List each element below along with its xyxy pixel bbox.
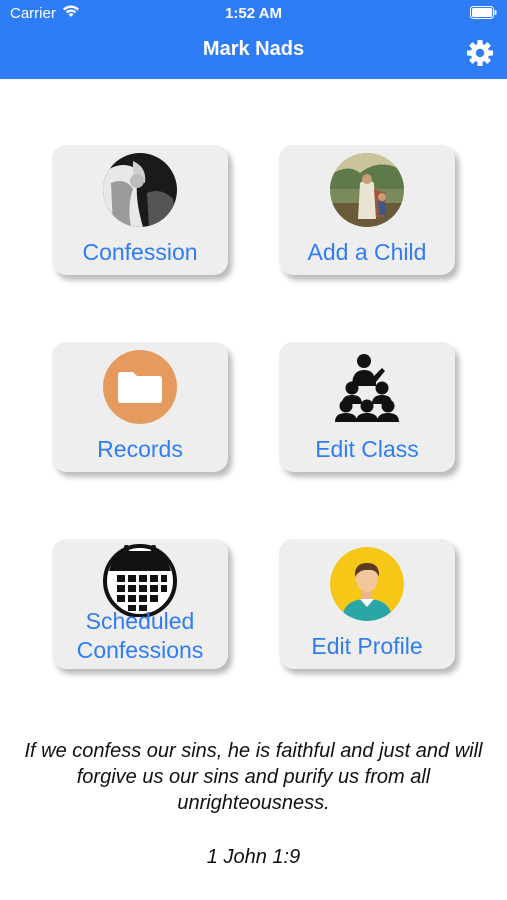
add-child-tile[interactable]: Add a Child <box>279 145 455 275</box>
scripture-reference: 1 John 1:9 <box>206 846 301 868</box>
calendar-icon <box>103 544 177 617</box>
status-bar: Carrier 1:52 AM <box>0 0 507 28</box>
edit-profile-tile[interactable]: Edit Profile <box>279 539 455 669</box>
scheduled-confessions-label-line1: Scheduled <box>85 608 195 634</box>
edit-class-tile[interactable]: Edit Class <box>279 342 455 472</box>
records-tile[interactable]: Records <box>52 342 228 472</box>
page-title: Mark Nads <box>202 38 305 60</box>
add-child-label: Add a Child <box>307 239 427 265</box>
edit-profile-label: Edit Profile <box>311 633 423 659</box>
scheduled-confessions-tile[interactable]: Scheduled Confessions <box>52 539 228 669</box>
shepherd-image-icon <box>330 153 404 227</box>
scripture-quote: If we confess our sins, he is faithful a… <box>24 740 483 814</box>
gear-icon[interactable] <box>466 39 494 67</box>
folder-icon <box>103 350 177 424</box>
confession-label: Confession <box>82 239 198 265</box>
confession-image-icon <box>103 153 177 227</box>
scheduled-confessions-label: Scheduled Confessions <box>52 607 228 665</box>
records-label: Records <box>97 436 183 462</box>
profile-icon <box>330 547 404 621</box>
battery-icon <box>470 6 497 19</box>
group-icon <box>335 354 399 422</box>
edit-class-label: Edit Class <box>315 436 419 462</box>
app-header: Carrier 1:52 AM Mark Nads <box>0 0 507 79</box>
status-time: 1:52 AM <box>225 5 282 22</box>
confession-tile[interactable]: Confession <box>52 145 228 275</box>
scheduled-confessions-label-line2: Confessions <box>76 637 204 663</box>
